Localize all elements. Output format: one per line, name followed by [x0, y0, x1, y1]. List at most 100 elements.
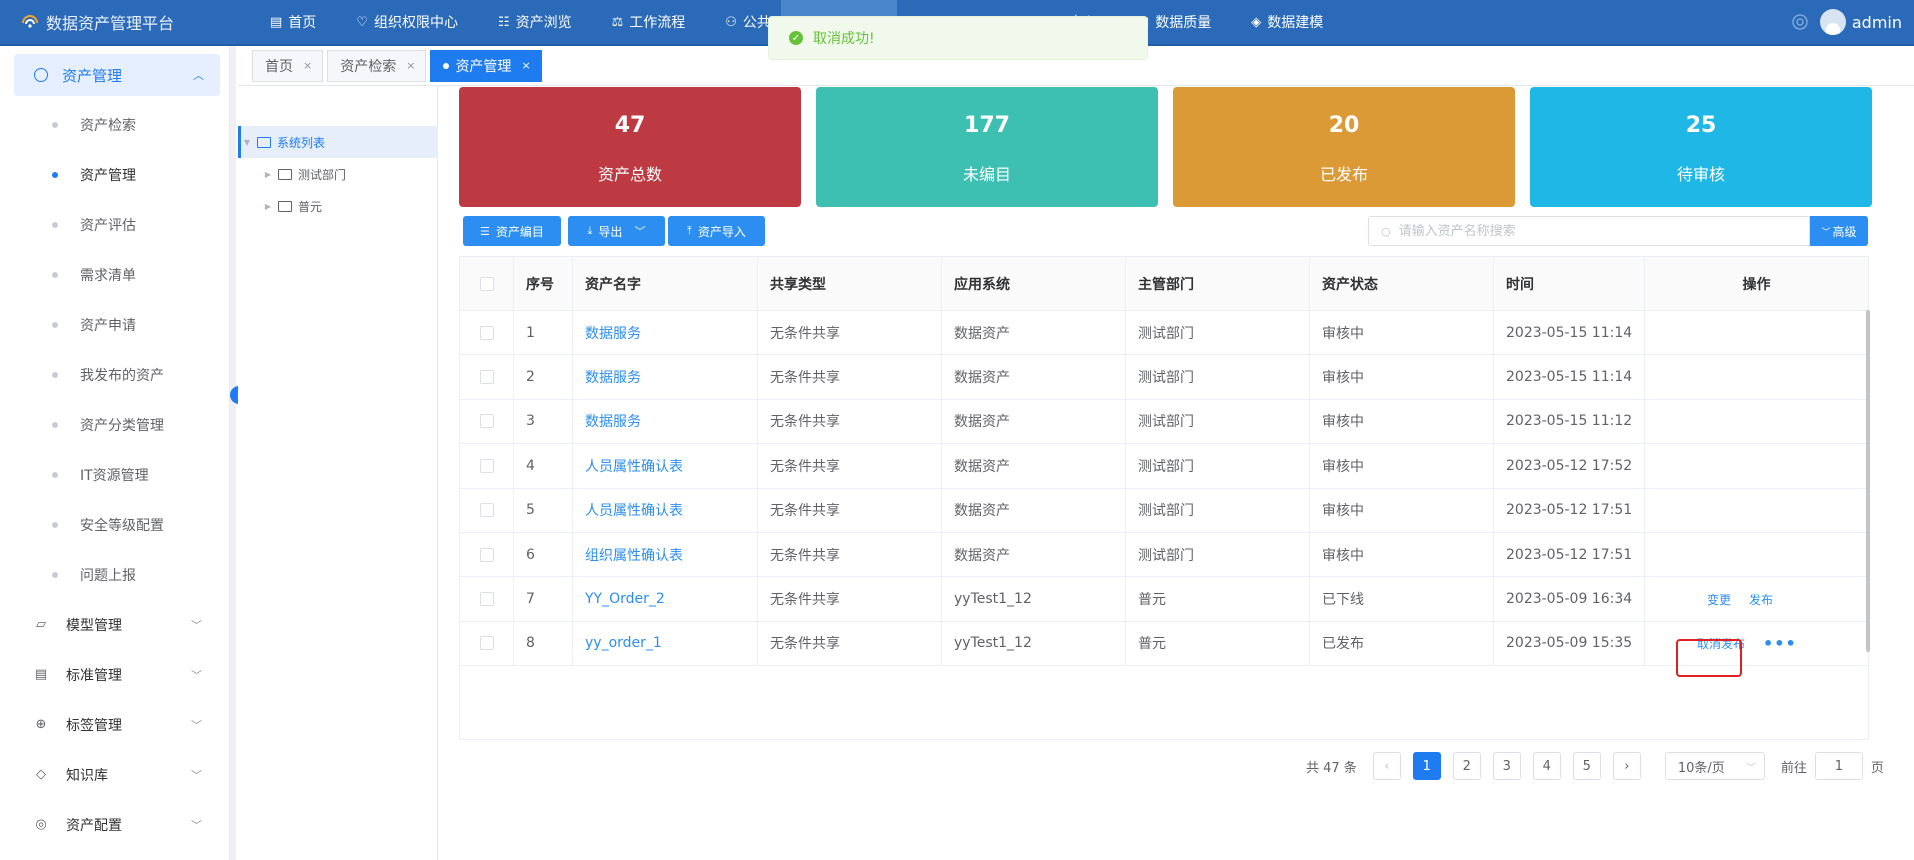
row-checkbox[interactable] [480, 503, 494, 518]
sidebar-item-it-resource[interactable]: IT资源管理 [0, 450, 230, 500]
bullet-icon [52, 272, 58, 278]
sidebar-item-model-management[interactable]: ▱ 模型管理 ﹀ [0, 600, 230, 650]
sidebar-item-asset-category[interactable]: 资产分类管理 [0, 400, 230, 450]
search-input[interactable] [1398, 223, 1779, 239]
checkbox-cell [460, 533, 514, 577]
select-all-checkbox[interactable] [480, 276, 494, 291]
asset-name-link[interactable]: 数据服务 [585, 323, 641, 343]
cell-share-type-text: 无条件共享 [770, 370, 840, 387]
goto-page-input[interactable] [1814, 752, 1863, 780]
table-scrollbar[interactable] [1866, 310, 1870, 652]
page-button[interactable]: 4 [1532, 752, 1561, 780]
sidebar-item-label: 标签管理 [66, 718, 122, 734]
asset-name-link[interactable]: 数据服务 [585, 411, 641, 431]
row-checkbox[interactable] [480, 414, 494, 429]
asset-name-link[interactable]: 人员属性确认表 [585, 500, 683, 520]
asset-name-link[interactable]: 组织属性确认表 [585, 545, 683, 565]
stat-card-total[interactable]: 47 资产总数 [459, 87, 801, 207]
tag-icon: ◇ [36, 767, 46, 782]
advanced-search-button[interactable]: ﹀ 高级 [1810, 216, 1868, 246]
row-checkbox[interactable] [480, 458, 494, 473]
sidebar-item-asset-search[interactable]: 资产检索 [0, 100, 230, 150]
stat-label: 已发布 [1319, 165, 1368, 184]
import-button[interactable]: ⤒ 资产导入 [668, 216, 765, 246]
cell-time: 2023-05-15 11:14 [1494, 311, 1645, 355]
sidebar-item-asset-config[interactable]: ◎ 资产配置 ﹀ [0, 800, 230, 850]
sidebar-item-asset-application[interactable]: 资产申请 [0, 300, 230, 350]
cell-no-text: 7 [526, 591, 535, 608]
openai-icon[interactable] [1790, 12, 1810, 32]
caret-down-icon[interactable]: ▼ [241, 138, 253, 147]
asset-name-link[interactable]: 数据服务 [585, 367, 641, 387]
close-icon[interactable]: × [406, 59, 415, 72]
brand[interactable]: 数据资产管理平台 [0, 10, 250, 34]
asset-name-link[interactable]: yy_order_1 [585, 635, 662, 651]
close-icon[interactable]: × [303, 59, 312, 72]
stat-card-published[interactable]: 20 已发布 [1173, 87, 1515, 207]
next-page-button[interactable]: › [1612, 752, 1641, 780]
sidebar-item-tag-management[interactable]: ⊕ 标签管理 ﹀ [0, 700, 230, 750]
bullet-icon [52, 472, 58, 478]
nav-item-org-permission[interactable]: ♡ 组织权限中心 [336, 0, 478, 44]
avatar[interactable] [1819, 9, 1846, 35]
sidebar-item-label: 资产管理 [80, 168, 136, 184]
table-header: 序号 资产名字 共享类型 应用系统 主管部门 资产状态 时间 操作 [460, 257, 1868, 311]
sidebar-item-asset-evaluation[interactable]: 资产评估 [0, 200, 230, 250]
row-checkbox[interactable] [480, 636, 494, 651]
stat-card-uncataloged[interactable]: 177 未编目 [816, 87, 1158, 207]
cell-share-type: 无条件共享 [758, 488, 942, 532]
sidebar-item-requirement-list[interactable]: 需求清单 [0, 250, 230, 300]
cell-system: 数据资产 [942, 355, 1126, 399]
page-button[interactable]: 2 [1452, 752, 1481, 780]
more-icon[interactable]: ••• [1763, 634, 1797, 653]
row-checkbox[interactable] [480, 325, 494, 340]
nav-item-workflow[interactable]: ⚖ 工作流程 [592, 0, 706, 44]
cell-actions: 变更 发布 [1645, 577, 1868, 620]
sidebar-item-my-published[interactable]: 我发布的资产 [0, 350, 230, 400]
sidebar-scrollbar[interactable] [230, 46, 236, 860]
header-checkbox-cell [460, 257, 514, 310]
row-action-link[interactable]: 发布 [1749, 591, 1773, 608]
cell-department-text: 测试部门 [1138, 414, 1194, 431]
user-name[interactable]: admin [1852, 13, 1902, 32]
close-icon[interactable]: × [521, 59, 530, 72]
cell-department: 测试部门 [1126, 444, 1310, 488]
tree-node-test-dept[interactable]: ▶ 测试部门 [238, 158, 438, 190]
page-button[interactable]: 1 [1412, 752, 1441, 780]
nav-item-home[interactable]: ▤ 首页 [250, 0, 336, 44]
row-checkbox[interactable] [480, 592, 494, 607]
catalog-button[interactable]: ☰ 资产编目 [463, 216, 561, 246]
export-button[interactable]: ⤓ 导出 ﹀ [568, 216, 665, 246]
page-button[interactable]: 5 [1572, 752, 1601, 780]
tree-node-puyuan[interactable]: ▶ 普元 [238, 190, 438, 222]
nav-item-asset-browse[interactable]: ☷ 资产浏览 [478, 0, 592, 44]
row-checkbox[interactable] [480, 370, 494, 385]
sidebar-group-asset-management[interactable]: 资产管理 ︿ [14, 54, 220, 96]
prev-page-button[interactable]: ‹ [1372, 752, 1401, 780]
checkbox-cell [460, 444, 514, 488]
stat-card-pending[interactable]: 25 待审核 [1530, 87, 1872, 207]
logo-icon [22, 15, 38, 28]
tab-home[interactable]: 首页 × [252, 49, 324, 82]
row-checkbox[interactable] [480, 547, 494, 562]
sidebar-item-asset-management[interactable]: 资产管理 [0, 150, 230, 200]
caret-right-icon[interactable]: ▶ [262, 202, 274, 211]
nav-item-data-modeling[interactable]: ◈ 数据建模 [1231, 0, 1343, 44]
sidebar-item-security-level[interactable]: 安全等级配置 [0, 500, 230, 550]
asset-name-link[interactable]: YY_Order_2 [585, 591, 665, 607]
cell-status-text: 已下线 [1322, 592, 1364, 609]
cell-system-text: yyTest1_12 [954, 635, 1032, 652]
tree-node-root[interactable]: ▼ 系统列表 [238, 126, 438, 158]
sidebar-item-knowledge-base[interactable]: ◇ 知识库 ﹀ [0, 750, 230, 800]
row-action-link[interactable]: 变更 [1707, 591, 1731, 608]
header-cell: 序号 [514, 257, 573, 310]
tab-asset-search[interactable]: 资产检索 × [327, 49, 427, 82]
cell-no: 4 [514, 444, 573, 488]
asset-name-link[interactable]: 人员属性确认表 [585, 456, 683, 476]
sidebar-item-issue-report[interactable]: 问题上报 [0, 550, 230, 600]
tab-asset-management[interactable]: 资产管理 × [430, 49, 542, 82]
sidebar-item-standard-management[interactable]: ▤ 标准管理 ﹀ [0, 650, 230, 700]
page-button[interactable]: 3 [1492, 752, 1521, 780]
page-size-select[interactable]: 10条/页 ﹀ [1664, 752, 1765, 780]
caret-right-icon[interactable]: ▶ [262, 170, 274, 179]
